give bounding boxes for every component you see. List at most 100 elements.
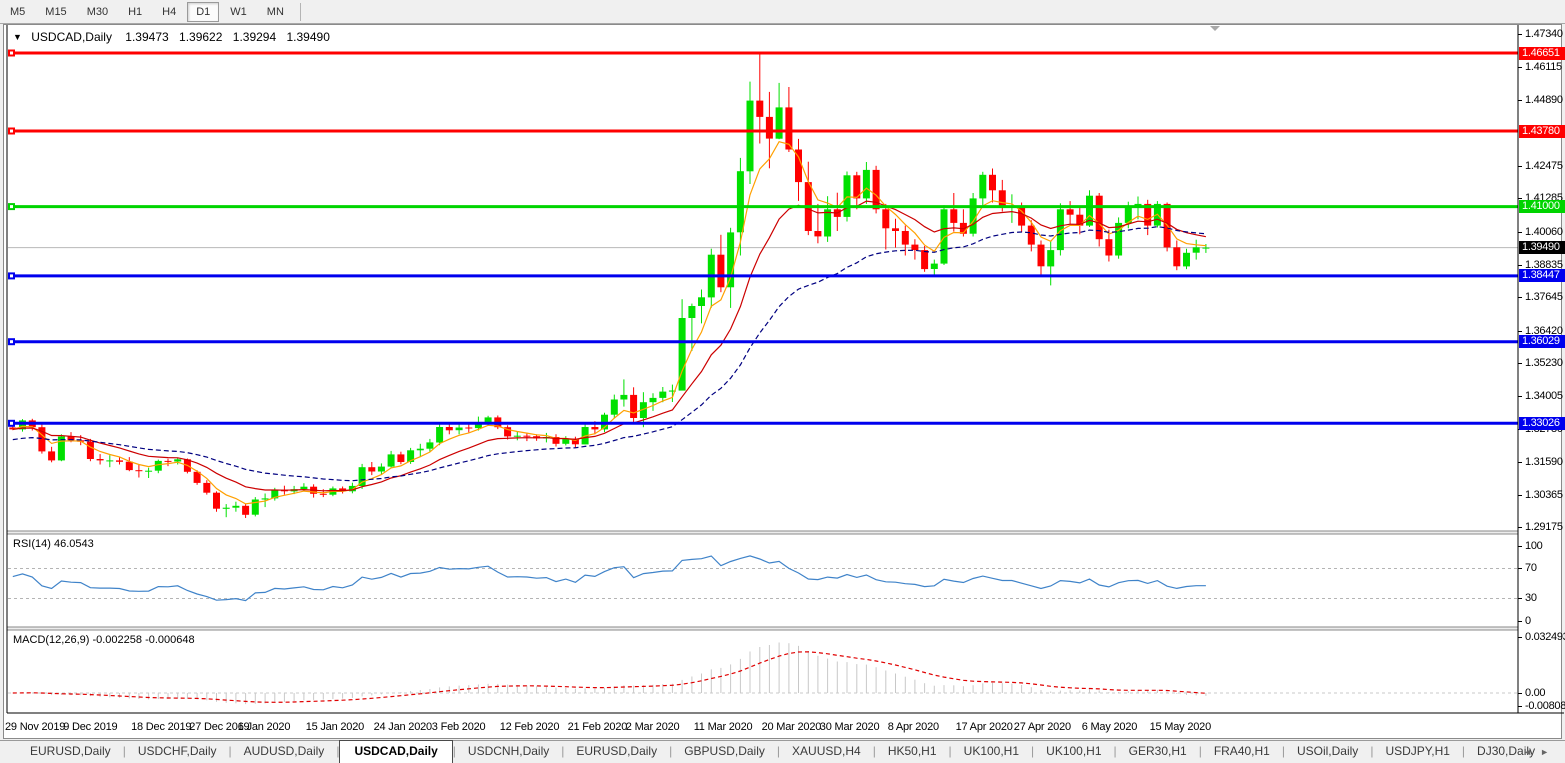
price-tick-label: 1.40060 [1525, 226, 1565, 239]
price-tick-mark [1518, 166, 1522, 167]
macd-tick-mark [1518, 706, 1522, 707]
toolbar-separator [300, 3, 301, 21]
chart-tab-hk50-h1[interactable]: HK50,H1 [876, 742, 949, 762]
macd-indicator-label: MACD(12,26,9) -0.002258 -0.000648 [13, 634, 195, 646]
price-tick-label: 1.35230 [1525, 357, 1565, 370]
timeframe-button-m15[interactable]: M15 [36, 2, 75, 22]
chart-tab-xauusd-h4[interactable]: XAUUSD,H4 [780, 742, 873, 762]
ohlc-open: 1.39473 [125, 30, 168, 44]
price-tick-label: 1.47340 [1525, 28, 1565, 41]
price-tick-label: 1.30365 [1525, 489, 1565, 502]
date-axis-label: 9 Dec 2019 [63, 721, 117, 733]
price-tick-label: 1.37645 [1525, 291, 1565, 304]
tab-scroll-left-icon[interactable]: ◄ [1523, 747, 1540, 757]
rsi-indicator-label: RSI(14) 46.0543 [13, 538, 94, 550]
rsi-tick-label: 70 [1525, 562, 1565, 575]
date-axis-label: 6 Jan 2020 [238, 721, 290, 733]
rsi-tick-mark [1518, 568, 1522, 569]
rsi-tick-mark [1518, 546, 1522, 547]
macd-tick-label: 0.032493 [1525, 631, 1565, 644]
tab-scroll-right-icon[interactable]: ► [1540, 747, 1557, 757]
level-badge-1.41000: 1.41000 [1519, 200, 1565, 213]
ohlc-high: 1.39622 [179, 30, 222, 44]
date-axis-label: 6 May 2020 [1082, 721, 1137, 733]
price-tick-label: 1.46115 [1525, 61, 1565, 74]
level-badge-1.46651: 1.46651 [1519, 47, 1565, 60]
date-axis-label: 24 Jan 2020 [374, 721, 432, 733]
price-tick-mark [1518, 297, 1522, 298]
chart-title: ▼ USDCAD,Daily 1.39473 1.39622 1.39294 1… [13, 30, 337, 44]
price-tick-mark [1518, 396, 1522, 397]
level-badge-1.33026: 1.33026 [1519, 417, 1565, 430]
price-tick-label: 1.29175 [1525, 521, 1565, 534]
rsi-tick-label: 0 [1525, 615, 1565, 628]
timeframe-button-m30[interactable]: M30 [78, 2, 117, 22]
price-tick-mark [1518, 67, 1522, 68]
date-axis-label: 15 Jan 2020 [306, 721, 364, 733]
date-axis-label: 11 Mar 2020 [694, 721, 753, 733]
date-axis-label: 8 Apr 2020 [888, 721, 939, 733]
date-axis-label: 17 Apr 2020 [956, 721, 1013, 733]
chart-tab-usdchf-daily[interactable]: USDCHF,Daily [126, 742, 229, 762]
chart-tab-fra40-h1[interactable]: FRA40,H1 [1202, 742, 1282, 762]
timeframe-button-w1[interactable]: W1 [221, 2, 256, 22]
level-badge-1.36029: 1.36029 [1519, 335, 1565, 348]
price-tick-mark [1518, 527, 1522, 528]
timeframe-button-h4[interactable]: H4 [153, 2, 185, 22]
timeframe-button-mn[interactable]: MN [258, 2, 293, 22]
timeframe-toolbar: M5M15M30H1H4D1W1MN [0, 0, 1565, 24]
price-tick-mark [1518, 265, 1522, 266]
chart-tab-uk100-h1[interactable]: UK100,H1 [952, 742, 1031, 762]
price-tick-mark [1518, 34, 1522, 35]
timeframe-button-m5[interactable]: M5 [1, 2, 34, 22]
level-badge-1.38447: 1.38447 [1519, 269, 1565, 282]
chart-tab-gbpusd-daily[interactable]: GBPUSD,Daily [672, 742, 777, 762]
chart-tab-usdjpy-h1[interactable]: USDJPY,H1 [1373, 742, 1461, 762]
chart-tab-eurusd-daily[interactable]: EURUSD,Daily [564, 742, 669, 762]
level-badge-1.43780: 1.43780 [1519, 125, 1565, 138]
price-tick-mark [1518, 232, 1522, 233]
macd-tick-label: 0.00 [1525, 687, 1565, 700]
chart-tab-uk100-h1[interactable]: UK100,H1 [1034, 742, 1113, 762]
date-axis-label: 18 Dec 2019 [131, 721, 191, 733]
rsi-tick-mark [1518, 598, 1522, 599]
date-axis-label: 21 Feb 2020 [568, 721, 628, 733]
chart-tab-usoil-daily[interactable]: USOil,Daily [1285, 742, 1370, 762]
price-tick-label: 1.42475 [1525, 160, 1565, 173]
tab-scroll-arrows: ◄► [1523, 747, 1557, 757]
chart-symbol-label: USDCAD,Daily [31, 30, 112, 44]
rsi-tick-label: 100 [1525, 540, 1565, 553]
macd-tick-mark [1518, 637, 1522, 638]
date-axis-label: 20 Mar 2020 [762, 721, 822, 733]
chart-tab-usdcnh-daily[interactable]: USDCNH,Daily [456, 742, 561, 762]
date-axis-label: 3 Feb 2020 [432, 721, 486, 733]
timeframe-button-d1[interactable]: D1 [187, 2, 219, 22]
date-axis-label: 15 May 2020 [1150, 721, 1211, 733]
chart-tab-usdcad-daily[interactable]: USDCAD,Daily [339, 740, 452, 763]
current-price-badge: 1.39490 [1519, 241, 1565, 254]
price-tick-label: 1.31590 [1525, 456, 1565, 469]
ohlc-low: 1.39294 [233, 30, 276, 44]
macd-tick-label: -0.008086 [1525, 700, 1565, 713]
chart-tab-eurusd-daily[interactable]: EURUSD,Daily [18, 742, 123, 762]
chart-tab-ger30-h1[interactable]: GER30,H1 [1117, 742, 1199, 762]
date-axis-label: 30 Mar 2020 [820, 721, 880, 733]
date-axis-label: 2 Mar 2020 [626, 721, 680, 733]
date-axis-label: 27 Apr 2020 [1014, 721, 1071, 733]
ohlc-close: 1.39490 [287, 30, 330, 44]
price-tick-mark [1518, 100, 1522, 101]
rsi-tick-mark [1518, 621, 1522, 622]
timeframe-button-h1[interactable]: H1 [119, 2, 151, 22]
price-tick-label: 1.44890 [1525, 94, 1565, 107]
date-axis-label: 12 Feb 2020 [500, 721, 560, 733]
price-tick-mark [1518, 363, 1522, 364]
rsi-tick-label: 30 [1525, 592, 1565, 605]
chart-plot-area[interactable] [7, 25, 1518, 713]
date-axis-label: 29 Nov 2019 [5, 721, 65, 733]
symbol-dropdown-icon[interactable]: ▼ [13, 32, 22, 42]
price-tick-mark [1518, 462, 1522, 463]
price-tick-mark [1518, 495, 1522, 496]
chart-tab-audusd-daily[interactable]: AUDUSD,Daily [232, 742, 337, 762]
price-tick-mark [1518, 331, 1522, 332]
price-tick-label: 1.34005 [1525, 390, 1565, 403]
